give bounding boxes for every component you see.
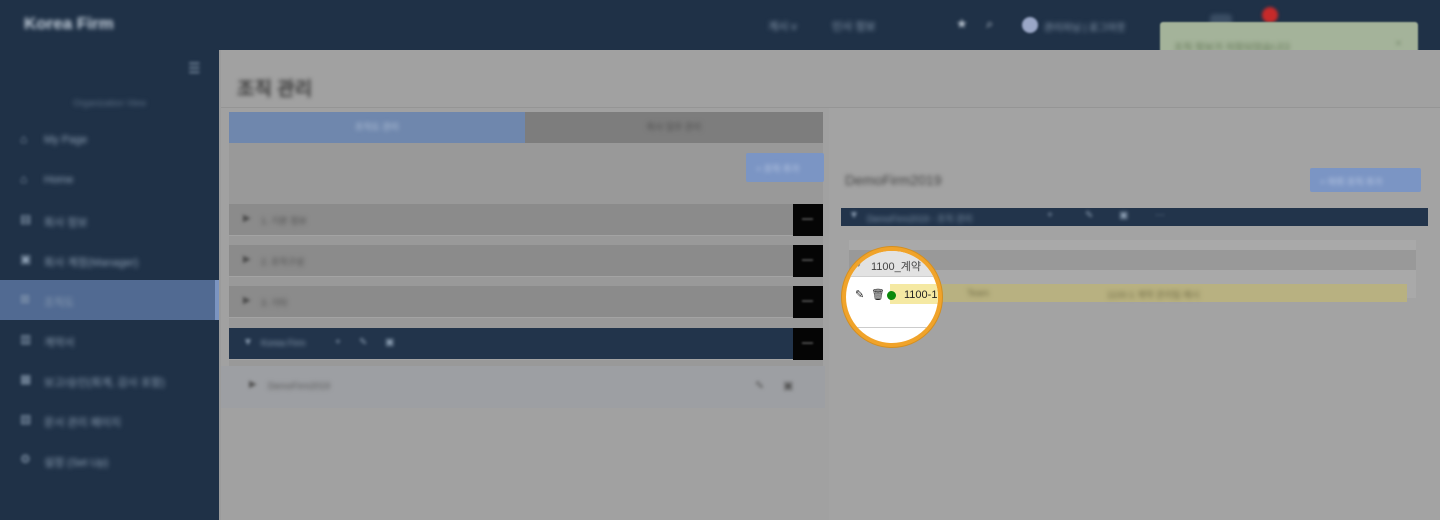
home-icon: ⌂ — [20, 132, 28, 146]
chevron-right-icon: ▶ — [243, 254, 251, 265]
detail-header-row: ▼ DemoFirm2019 - 조직 관리 + ✎ ▣ ⋯ — [841, 208, 1428, 226]
main-content: 조직 관리 조직도 관리 회사 업무 관리 + 조직 추가 ▶ 1. 기본 정보… — [221, 50, 1440, 520]
add-org-button-label: + 조직 추가 — [756, 164, 800, 174]
sitemap-icon: ⊞ — [20, 292, 31, 306]
firm-name: DemoFirm2019 — [845, 172, 942, 188]
row-status: Team — [967, 288, 990, 298]
accordion-row-korea-firm[interactable]: ▼ Korea Firm + ✎ ▣ — — [229, 328, 823, 360]
check-icon: ▦ — [20, 372, 32, 386]
edit-icon[interactable]: ✎ — [359, 337, 367, 348]
user-icon: ▣ — [20, 252, 32, 266]
divider — [850, 327, 938, 328]
sidebar-item-label: 보고/승인(회계, 감사 포함) — [44, 377, 165, 389]
trash-icon[interactable]: ▣ — [1119, 210, 1128, 221]
minus-icon: — — [802, 295, 813, 307]
minus-icon: — — [802, 337, 813, 349]
tab-company-work[interactable]: 회사 업무 관리 — [525, 112, 823, 143]
tab-org-chart[interactable]: 조직도 관리 — [229, 112, 525, 143]
sidebar-item-org-chart[interactable]: ⊞ 조직도 — [0, 280, 219, 320]
add-org-button[interactable]: + 조직 추가 — [746, 153, 824, 182]
nav-menu-info[interactable]: 인사 정보 — [832, 18, 876, 34]
search-icon[interactable]: ⌕ — [986, 16, 993, 32]
edit-icon[interactable]: ✎ — [1085, 210, 1093, 221]
doc-icon: ▥ — [20, 332, 32, 346]
table-row[interactable]: Team 1100-1 계약 관리팀 예시 — [887, 284, 1407, 302]
sidebar-item-manager[interactable]: ▣ 회사 계정(Manager) — [0, 240, 219, 280]
status-dot-icon — [887, 291, 896, 300]
home-icon: ⌂ — [20, 172, 28, 186]
sidebar: ☰ Organization View ⌂ My Page ⌂ Home ▤ 회… — [0, 50, 219, 520]
minus-icon: — — [802, 213, 813, 225]
chevron-right-icon: ▶ — [243, 213, 251, 224]
trash-icon[interactable]: 🗑 — [871, 288, 885, 301]
edit-icon[interactable]: ✎ — [755, 379, 764, 392]
chevron-right-icon: ▶ — [243, 295, 251, 306]
sidebar-item-report[interactable]: ▦ 보고/승인(회계, 감사 포함) — [0, 360, 219, 400]
trash-icon[interactable]: ▣ — [385, 337, 394, 348]
avatar[interactable] — [1022, 17, 1038, 33]
magnifier-header: ▾ 1100_계약 — [846, 251, 938, 277]
row-description: 1100-1 계약 관리팀 예시 — [1107, 290, 1200, 300]
accordion-row-etc[interactable]: ▶ 3. 기타 — — [229, 286, 823, 318]
sidebar-item-label: 조직도 — [44, 297, 75, 309]
sidebar-item-label: 회사 계정(Manager) — [44, 257, 139, 269]
add-icon[interactable]: + — [335, 337, 341, 348]
close-icon[interactable]: × — [1395, 36, 1402, 50]
sidebar-item-home[interactable]: ⌂ Home — [0, 160, 219, 200]
accordion-label: 3. 기타 — [261, 298, 288, 308]
sidebar-org-label: Organization View — [73, 98, 146, 108]
detail-header-label: DemoFirm2019 - 조직 관리 — [867, 214, 973, 224]
sidebar-item-label: 설정 (Set Up) — [44, 457, 109, 469]
tree-sub-item-label: DemoFirm2019 — [268, 381, 331, 391]
sidebar-item-label: My Page — [44, 134, 88, 146]
org-tree-panel: 조직도 관리 회사 업무 관리 + 조직 추가 ▶ 1. 기본 정보 — ▶ 2… — [229, 112, 824, 408]
magnifier-header-label: 1100_계약 — [871, 261, 922, 273]
sidebar-item-label: 회사 정보 — [44, 217, 88, 229]
notification-badge[interactable] — [1262, 7, 1278, 23]
sidebar-item-label: 문서 관리 페이지 — [44, 417, 121, 429]
minus-icon: — — [802, 254, 813, 266]
accordion-row-basic-info[interactable]: ▶ 1. 기본 정보 — — [229, 204, 823, 236]
sidebar-item-contract[interactable]: ▥ 계약서 — [0, 320, 219, 360]
sidebar-item-label: 계약서 — [44, 337, 75, 349]
magnifier-row: ✎ 🗑 1100-1 — [846, 281, 938, 307]
gear-icon: ⚙ — [20, 452, 31, 466]
page-title: 조직 관리 — [237, 79, 313, 100]
magnifier-callout: ▾ 1100_계약 ✎ 🗑 1100-1 — [842, 247, 942, 347]
nav-menu-board[interactable]: 게시 v — [768, 18, 797, 34]
expand-toggle[interactable]: — — [793, 204, 823, 236]
chevron-right-icon: ▶ — [249, 379, 257, 390]
accordion-label: Korea Firm — [261, 338, 306, 348]
tree-sub-item[interactable]: ▶ DemoFirm2019 ✎ ▣ — [221, 366, 825, 408]
collapse-sidebar-icon[interactable]: ☰ — [188, 60, 201, 77]
star-icon[interactable]: ★ — [956, 16, 968, 32]
more-icon[interactable]: ⋯ — [1155, 210, 1165, 221]
accordion-label: 2. 조직구성 — [261, 257, 305, 267]
add-icon[interactable]: + — [1047, 210, 1053, 221]
accordion-row-org[interactable]: ▶ 2. 조직구성 — — [229, 245, 823, 277]
chevron-down-icon: ▼ — [243, 337, 253, 348]
expand-toggle[interactable]: — — [793, 328, 823, 360]
trash-icon[interactable]: ▣ — [783, 379, 793, 392]
sidebar-item-my-page[interactable]: ⌂ My Page — [0, 120, 219, 160]
sidebar-item-documents[interactable]: ▧ 문서 관리 페이지 — [0, 400, 219, 440]
sidebar-item-label: Home — [44, 174, 74, 186]
chevron-down-icon: ▾ — [856, 258, 862, 270]
chevron-down-icon: ▼ — [849, 210, 859, 221]
building-icon: ▤ — [20, 212, 32, 226]
expand-toggle[interactable]: — — [793, 286, 823, 318]
brand-logo[interactable]: Korea Firm — [24, 14, 114, 34]
pencil-icon[interactable]: ✎ — [855, 288, 864, 301]
add-sub-org-button[interactable]: + 하위 조직 추가 — [1310, 168, 1421, 192]
add-sub-org-button-label: + 하위 조직 추가 — [1320, 177, 1383, 187]
tab-bar: 조직도 관리 회사 업무 관리 — [229, 112, 823, 143]
row-code: 1100-1 — [904, 289, 938, 301]
accordion-label: 1. 기본 정보 — [261, 216, 307, 226]
sidebar-item-setup[interactable]: ⚙ 설정 (Set Up) — [0, 440, 219, 480]
sidebar-item-company-info[interactable]: ▤ 회사 정보 — [0, 200, 219, 240]
user-menu[interactable]: 관리자님 | 로그아웃 — [1044, 19, 1126, 34]
folder-icon: ▧ — [20, 412, 32, 426]
expand-toggle[interactable]: — — [793, 245, 823, 277]
